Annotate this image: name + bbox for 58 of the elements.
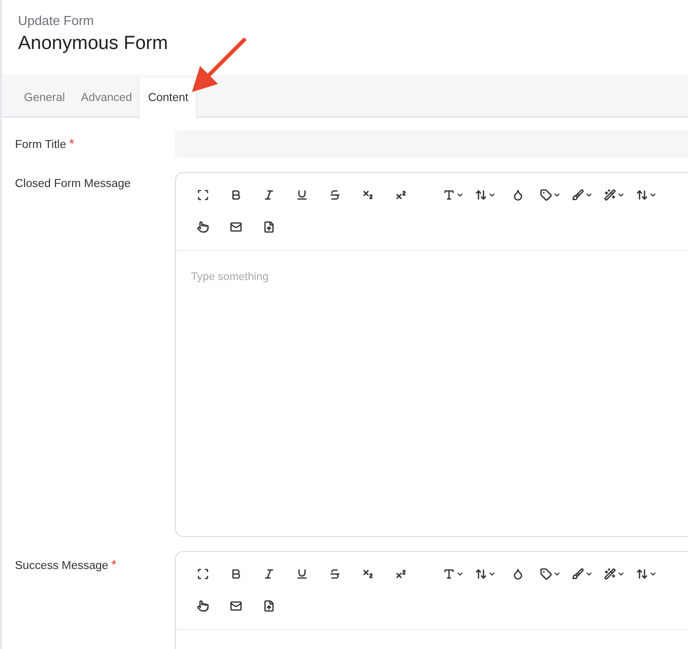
pointer-hand-icon — [196, 600, 208, 612]
line-height-icon — [636, 189, 648, 201]
caret-icon — [648, 191, 656, 199]
font-icon — [442, 568, 454, 580]
strikethrough-icon — [328, 568, 340, 580]
strikethrough-icon — [328, 189, 340, 201]
file-upload-icon — [262, 221, 274, 233]
editor-placeholder: Type something — [191, 271, 269, 283]
brush-icon — [572, 189, 584, 201]
caret-icon — [616, 570, 624, 578]
file-upload-icon — [262, 600, 274, 612]
tag-icon — [540, 568, 552, 580]
caret-icon — [456, 570, 464, 578]
caret-icon — [584, 570, 592, 578]
underline-icon — [296, 568, 308, 580]
caret-icon — [488, 191, 496, 199]
subscript-icon — [362, 189, 374, 201]
droplet-icon — [512, 189, 524, 201]
caret-icon — [488, 570, 496, 578]
bold-icon — [230, 568, 242, 580]
line-height-icon — [636, 568, 648, 580]
subscript-icon — [362, 568, 374, 580]
caret-icon — [584, 191, 592, 199]
magic-wand-icon — [604, 568, 616, 580]
field-label: Success Message * — [15, 556, 118, 574]
tab[interactable]: Advanced — [72, 80, 140, 116]
field-label: Closed Form Message — [15, 177, 132, 192]
tag-icon — [540, 189, 552, 201]
tab[interactable]: General — [16, 80, 73, 116]
underline-icon — [296, 189, 308, 201]
caret-icon — [616, 191, 624, 199]
required-mark: * — [69, 136, 74, 151]
caret-icon — [456, 191, 464, 199]
magic-wand-icon — [604, 189, 616, 201]
caret-icon — [552, 191, 560, 199]
field-label: Form Title * — [15, 135, 76, 153]
caret-icon — [552, 570, 560, 578]
page-subtitle: Update Form — [18, 13, 95, 28]
droplet-icon — [512, 568, 524, 580]
text-size-icon — [474, 189, 486, 201]
brush-icon — [572, 568, 584, 580]
caret-icon — [648, 570, 656, 578]
mail-icon — [230, 600, 242, 612]
required-mark: * — [111, 557, 116, 572]
superscript-icon — [394, 568, 406, 580]
superscript-icon — [394, 189, 406, 201]
text-size-icon — [474, 568, 486, 580]
fullscreen-icon — [196, 568, 208, 580]
page-title: Anonymous Form — [18, 33, 169, 55]
fullscreen-icon — [196, 189, 208, 201]
rich-text-editor[interactable]: Type something — [175, 172, 688, 537]
mail-icon — [230, 221, 242, 233]
tab[interactable]: Content — [140, 78, 198, 118]
italic-icon — [262, 568, 274, 580]
italic-icon — [262, 189, 274, 201]
font-icon — [442, 189, 454, 201]
pointer-hand-icon — [196, 221, 208, 233]
bold-icon — [230, 189, 242, 201]
